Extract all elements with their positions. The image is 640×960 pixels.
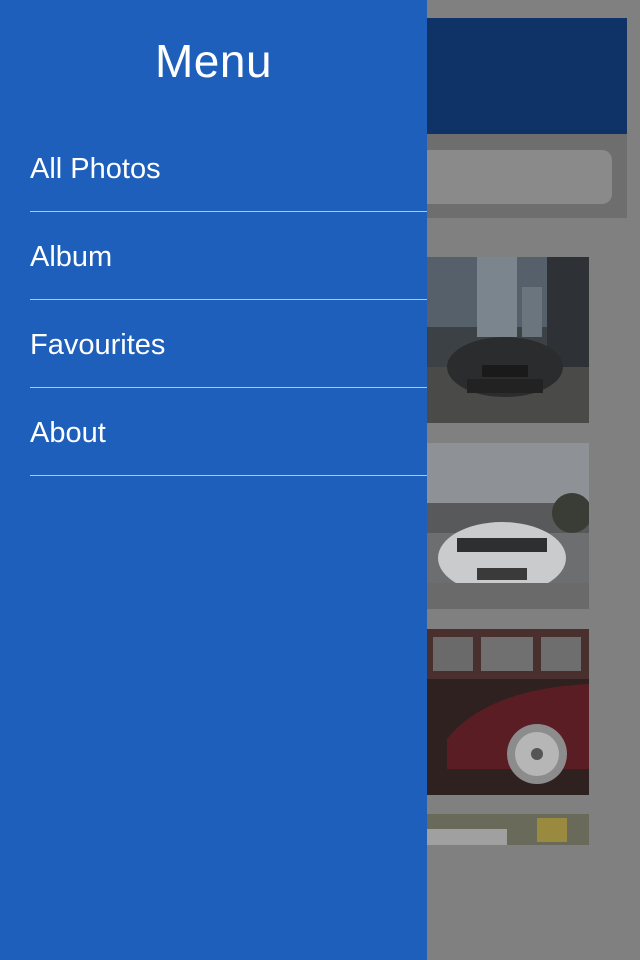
menu-item-favourites[interactable]: Favourites: [30, 300, 427, 388]
photo-thumbnail[interactable]: [427, 814, 589, 845]
menu-item-album[interactable]: Album: [30, 212, 427, 300]
menu-item-label: Favourites: [30, 329, 166, 361]
menu-item-label: About: [30, 417, 106, 449]
side-drawer-menu: Menu All Photos Album Favourites About: [0, 0, 427, 960]
menu-item-label: Album: [30, 241, 113, 273]
menu-item-all-photos[interactable]: All Photos: [30, 124, 427, 212]
drawer-title: Menu: [154, 35, 273, 87]
photo-thumbnail[interactable]: [427, 629, 589, 795]
photo-thumbnail[interactable]: [427, 257, 589, 423]
menu-item-about[interactable]: About: [30, 388, 427, 476]
menu-list: All Photos Album Favourites About: [0, 124, 427, 476]
menu-item-label: All Photos: [30, 153, 161, 185]
photo-thumbnail[interactable]: [427, 443, 589, 609]
